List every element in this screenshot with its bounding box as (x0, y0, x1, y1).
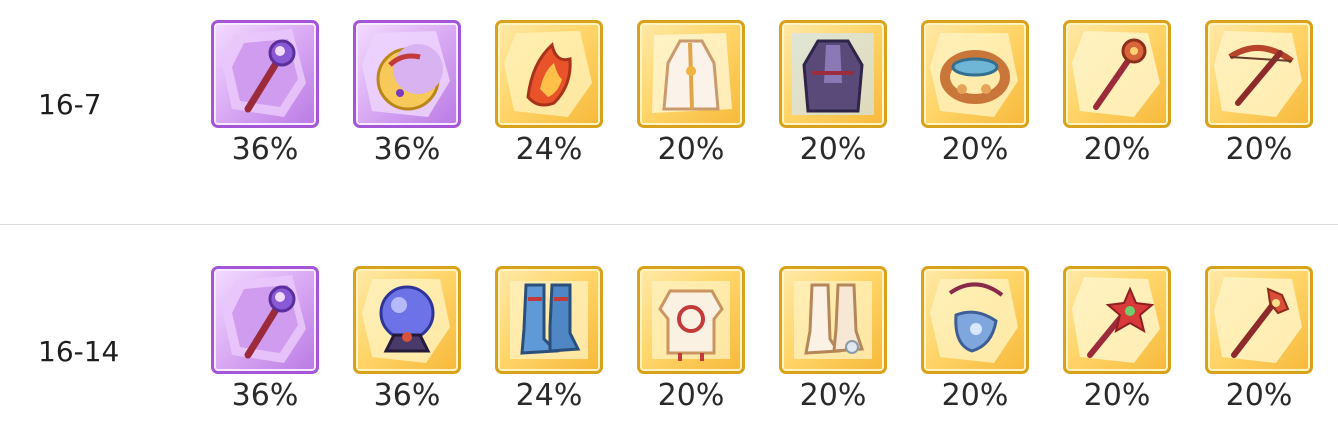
drop-item[interactable]: 24% (495, 266, 605, 426)
drop-rate: 20% (1225, 378, 1293, 413)
drop-row-16-14: 16-14 36% 36% 24% 20% 20% 20% 20% 20% (0, 217, 1338, 434)
drop-rate: 24% (515, 378, 583, 413)
drop-rate: 20% (941, 378, 1009, 413)
scepter-icon (1063, 20, 1171, 128)
drop-item[interactable]: 20% (637, 20, 747, 180)
staff-icon (211, 266, 319, 374)
drop-rate: 36% (373, 378, 441, 413)
drop-item[interactable]: 20% (637, 266, 747, 426)
armor-icon (637, 266, 745, 374)
drop-rate: 24% (515, 132, 583, 167)
drop-rate: 36% (231, 132, 299, 167)
drop-rate: 20% (657, 132, 725, 167)
drop-rate: 20% (657, 378, 725, 413)
star-wand-icon (1063, 266, 1171, 374)
drop-rate: 20% (799, 378, 867, 413)
drop-rate: 20% (1225, 132, 1293, 167)
stage-label: 16-14 (38, 335, 120, 368)
drop-item[interactable]: 24% (495, 20, 605, 180)
drop-item[interactable]: 20% (1205, 20, 1315, 180)
white-robe-icon (637, 20, 745, 128)
drop-item[interactable]: 20% (1063, 20, 1173, 180)
crossbow-icon (1205, 20, 1313, 128)
drop-item[interactable]: 20% (921, 20, 1031, 180)
drop-item[interactable]: 20% (1205, 266, 1315, 426)
drop-rate: 36% (231, 378, 299, 413)
drop-item[interactable]: 36% (211, 266, 321, 426)
drop-rate: 20% (1083, 378, 1151, 413)
drop-rate: 20% (799, 132, 867, 167)
bracelet-icon (921, 20, 1029, 128)
drop-item[interactable]: 20% (779, 20, 889, 180)
amulet-icon (921, 266, 1029, 374)
drop-item[interactable]: 20% (779, 266, 889, 426)
dark-cloak-icon (779, 20, 887, 128)
crescent-charm-icon (353, 20, 461, 128)
drop-item[interactable]: 20% (1063, 266, 1173, 426)
greaves-icon (779, 266, 887, 374)
drop-rate: 20% (1083, 132, 1151, 167)
crystal-orb-icon (353, 266, 461, 374)
drop-row-16-7: 16-7 36% 36% 24% 20% 20% 20% 20% 20% (0, 0, 1338, 217)
stage-label: 16-7 (38, 88, 102, 121)
drop-item[interactable]: 36% (353, 266, 463, 426)
drop-rate: 20% (941, 132, 1009, 167)
staff-icon (211, 20, 319, 128)
drop-item[interactable]: 36% (353, 20, 463, 180)
drop-rate: 36% (373, 132, 441, 167)
drop-item[interactable]: 20% (921, 266, 1031, 426)
flame-mask-icon (495, 20, 603, 128)
ornate-staff-icon (1205, 266, 1313, 374)
drop-item[interactable]: 36% (211, 20, 321, 180)
boots-icon (495, 266, 603, 374)
